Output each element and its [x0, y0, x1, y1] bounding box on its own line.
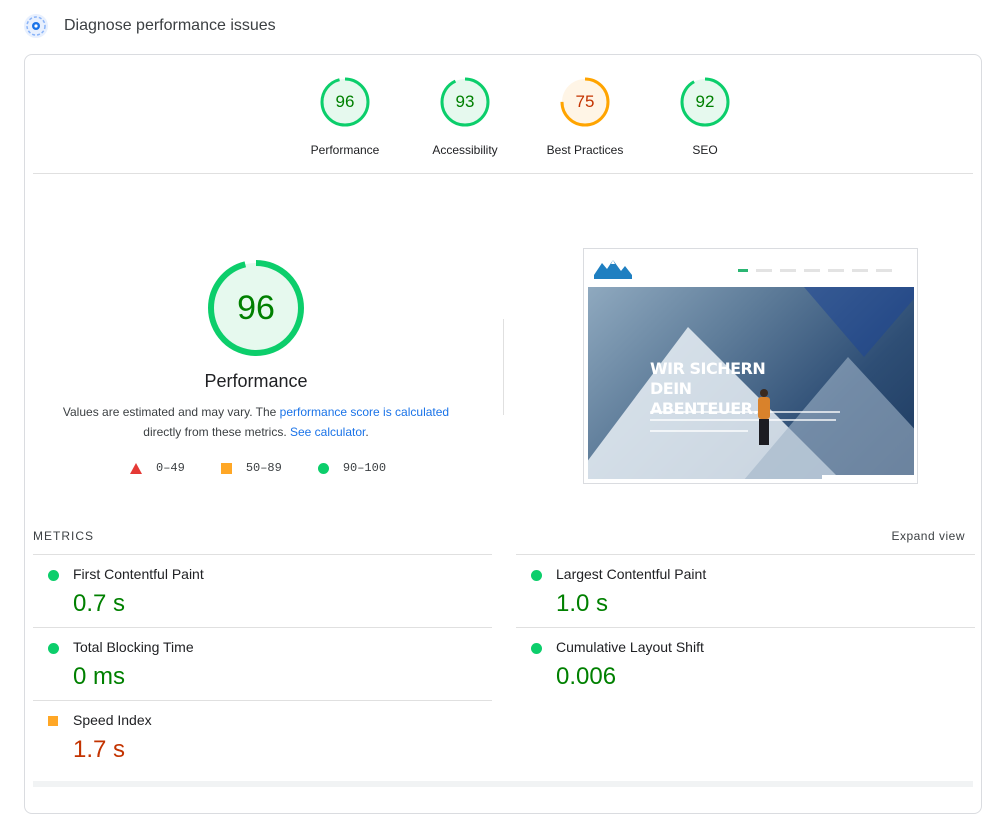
gauge-performance[interactable]: 96 Performance: [285, 77, 405, 157]
page-title: Diagnose performance issues: [64, 17, 276, 34]
average-icon: [48, 716, 58, 726]
site-logo: [594, 259, 632, 284]
metric-name: Total Blocking Time: [73, 639, 194, 655]
metric-name: First Contentful Paint: [73, 566, 204, 582]
description-text: Values are estimated and may vary. The: [62, 405, 280, 419]
good-icon: [531, 643, 542, 654]
metric-value: 1.0 s: [556, 590, 609, 617]
expand-view-button[interactable]: Expand view: [891, 529, 965, 543]
performance-description: Values are estimated and may vary. The p…: [56, 402, 456, 442]
lighthouse-icon: [24, 14, 48, 38]
report-card: 96 Performance 93 Accessibility 75 Best …: [24, 54, 982, 814]
square-icon: [220, 462, 232, 474]
legend-range: 0–49: [156, 461, 185, 475]
score-legend: 0–49 50–89 90–100: [130, 461, 422, 475]
description-text: .: [365, 425, 369, 439]
hero-image: WIR SICHERN DEIN ABENTEUER.: [588, 287, 914, 479]
metric-cls: Cumulative Layout Shift 0.006: [516, 627, 975, 699]
good-icon: [531, 570, 542, 581]
screenshot-navbar: [584, 249, 917, 287]
triangle-overlay: [804, 287, 914, 357]
score-calculated-link[interactable]: performance score is calculated: [280, 405, 449, 419]
hero-text-line: [650, 430, 748, 432]
menu-item: [738, 269, 748, 272]
gauge-label: Accessibility: [432, 143, 498, 157]
good-icon: [48, 570, 59, 581]
performance-gauge: 96: [207, 259, 305, 357]
performance-score: 96: [237, 288, 275, 327]
see-calculator-link[interactable]: See calculator: [290, 425, 365, 439]
gauge-ring: 75: [560, 77, 610, 127]
description-text: directly from these metrics.: [143, 425, 290, 439]
gauge-label: SEO: [692, 143, 718, 157]
gauge-label: Best Practices: [546, 143, 624, 157]
metric-value: 0.006: [556, 663, 617, 690]
section-divider: [33, 781, 973, 787]
metric-value: 1.7 s: [73, 736, 126, 763]
final-screenshot[interactable]: WIR SICHERN DEIN ABENTEUER.: [583, 248, 918, 484]
metric-name: Cumulative Layout Shift: [556, 639, 704, 655]
climber-legs: [759, 419, 769, 445]
hero-bottom-bar: [822, 475, 914, 479]
legend-range: 90–100: [342, 461, 387, 475]
gauge-accessibility[interactable]: 93 Accessibility: [405, 77, 525, 157]
gauge-label: Performance: [310, 143, 380, 157]
gauge-score: 92: [695, 92, 715, 111]
menu-item: [876, 269, 892, 272]
metric-speed-index: Speed Index 1.7 s: [33, 700, 492, 772]
legend-range: 50–89: [245, 461, 282, 475]
page-header: Diagnose performance issues: [24, 12, 276, 40]
metric-tbt: Total Blocking Time 0 ms: [33, 627, 492, 699]
gauge-score: 75: [575, 92, 595, 111]
climber-figure: [756, 387, 772, 447]
menu-item: [780, 269, 796, 272]
menu-item: [828, 269, 844, 272]
hero-text-line: [650, 411, 840, 413]
gauge-ring: 92: [680, 77, 730, 127]
menu-item: [804, 269, 820, 272]
legend-pass: 90–100: [317, 461, 387, 475]
menu-item: [756, 269, 772, 272]
divider: [33, 173, 973, 174]
gauge-best-practices[interactable]: 75 Best Practices: [525, 77, 645, 157]
legend-average: 50–89: [220, 461, 282, 475]
circle-icon: [317, 462, 329, 474]
vertical-divider: [503, 319, 504, 415]
category-gauges: 96 Performance 93 Accessibility 75 Best …: [285, 77, 765, 157]
performance-title: Performance: [204, 371, 308, 391]
gauge-ring: 93: [440, 77, 490, 127]
gauge-score: 93: [455, 92, 475, 111]
legend-fail: 0–49: [130, 461, 185, 475]
good-icon: [48, 643, 59, 654]
metric-name: Speed Index: [73, 712, 152, 728]
metric-lcp: Largest Contentful Paint 1.0 s: [516, 554, 975, 626]
menu-item: [852, 269, 868, 272]
gauge-score: 96: [335, 92, 355, 111]
metric-value: 0.7 s: [73, 590, 126, 617]
climber-body: [758, 397, 770, 419]
climber-head: [760, 389, 768, 397]
metric-fcp: First Contentful Paint 0.7 s: [33, 554, 492, 626]
hero-text-line: [650, 419, 836, 421]
metric-value: 0 ms: [73, 663, 126, 690]
gauge-seo[interactable]: 92 SEO: [645, 77, 765, 157]
site-menu: [730, 269, 892, 272]
gauge-ring: 96: [320, 77, 370, 127]
metrics-heading: METRICS: [33, 529, 94, 543]
metric-name: Largest Contentful Paint: [556, 566, 707, 582]
triangle-icon: [130, 462, 142, 474]
